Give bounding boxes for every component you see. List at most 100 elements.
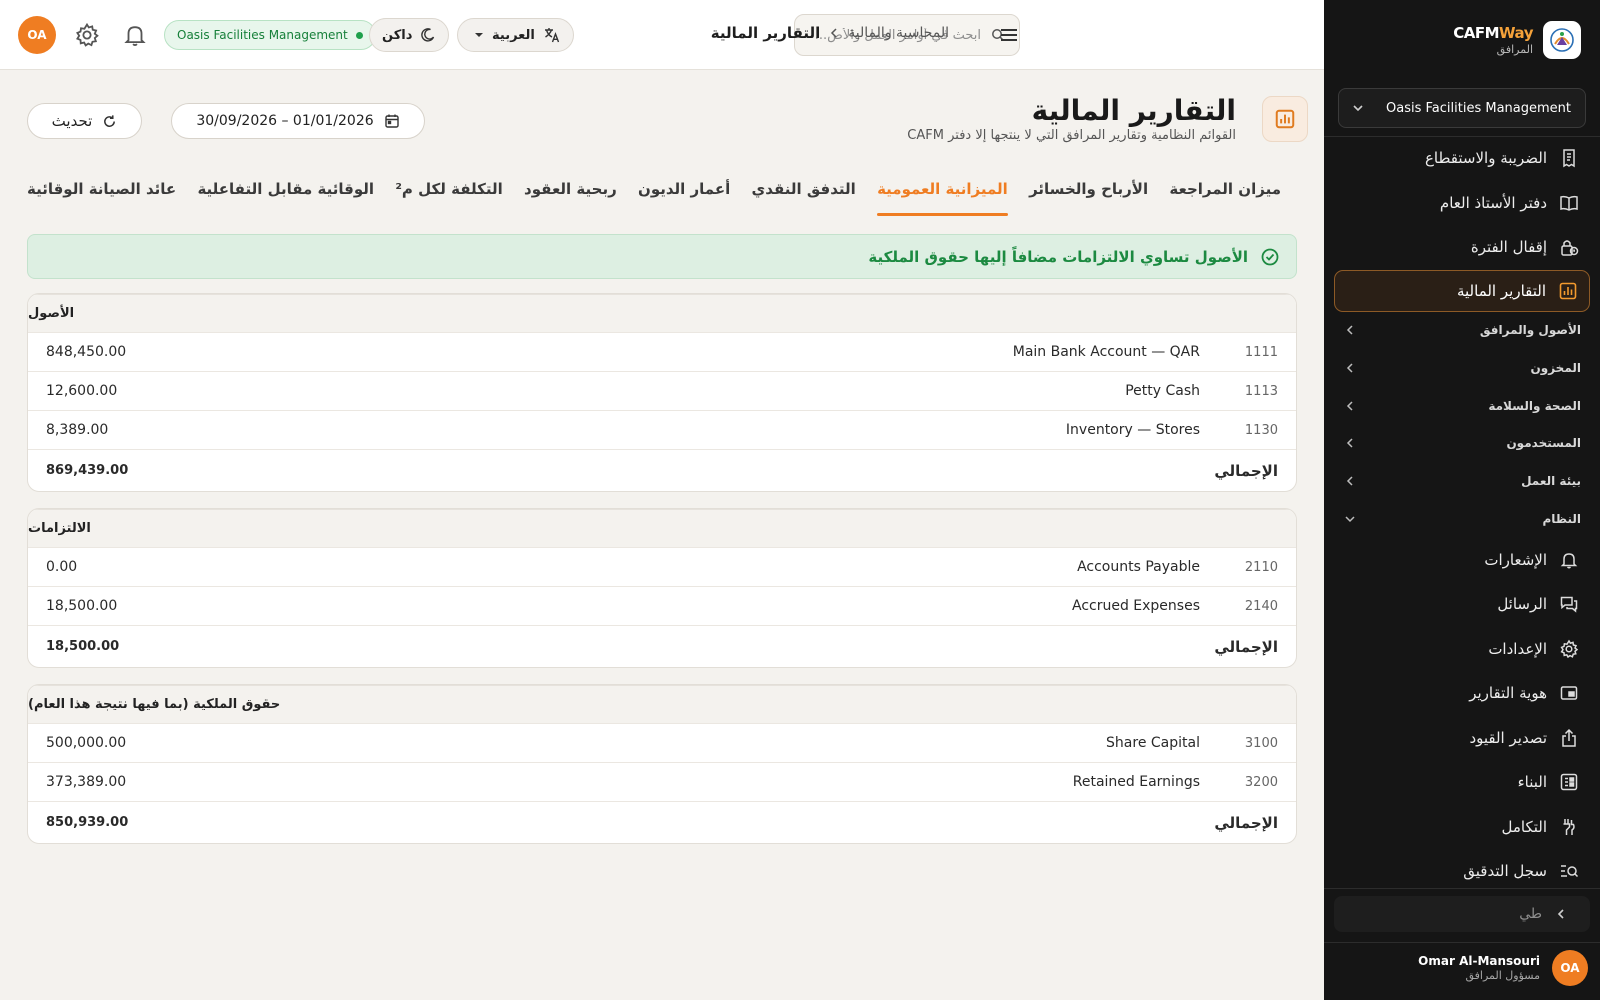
sidebar-item-label: هوية التقارير	[1469, 684, 1547, 703]
section-title: الأصول	[28, 294, 1296, 332]
receipt-icon	[1559, 148, 1579, 168]
check-circle-icon	[1260, 247, 1280, 267]
sidebar-org-select[interactable]: Oasis Facilities Management	[1338, 88, 1586, 128]
table-row[interactable]: 0.00 Accounts Payable 2110	[28, 547, 1296, 586]
sidebar-item-messages[interactable]: الرسائل	[1324, 582, 1600, 627]
row-account-name: Inventory — Stores	[1065, 422, 1200, 438]
row-account-code: 1130	[1244, 422, 1278, 438]
equity-section: حقوق الملكية (بما فيها نتيجة هذا العام) …	[27, 684, 1297, 844]
table-row[interactable]: 8,389.00 Inventory — Stores 1130	[28, 410, 1296, 449]
sidebar-item-audit-log[interactable]: سجل التدقيق	[1324, 849, 1600, 894]
sidebar-item-label: دفتر الأستاذ العام	[1439, 193, 1547, 212]
sidebar-collapse-button[interactable]: طي	[1334, 896, 1590, 932]
row-amount: 500,000.00	[46, 735, 127, 751]
section-title: الالتزامات	[28, 509, 1296, 547]
breadcrumb-parent[interactable]: المحاسبة والمالية	[848, 25, 949, 41]
translate-icon	[543, 26, 561, 44]
refresh-button[interactable]: تحديث	[27, 103, 142, 139]
sidebar-group-label: الصحة والسلامة	[1488, 398, 1581, 413]
sidebar-item-tax[interactable]: الضريبة والاستقطاع	[1324, 136, 1600, 181]
calendar-icon	[384, 113, 400, 129]
page-subtitle: القوائم النظامية وتقارير المرافق التي لا…	[907, 128, 1236, 143]
sidebar-group-users[interactable]: المستخدمون	[1324, 425, 1600, 463]
status-dot	[355, 31, 363, 39]
sidebar-item-period-close[interactable]: إقفال الفترة	[1324, 225, 1600, 270]
sidebar-group-inventory[interactable]: المخزون	[1324, 349, 1600, 387]
menu-icon[interactable]	[996, 22, 1022, 48]
sidebar-group-system[interactable]: النظام	[1324, 500, 1600, 538]
chat-icon	[1559, 594, 1579, 614]
sidebar-item-label: البناء	[1517, 773, 1547, 792]
tab-cost-per-sqm[interactable]: التكلفة لكل م²	[395, 176, 502, 218]
tab-pm-roi[interactable]: عائد الصيانة الوقائية	[27, 176, 176, 218]
sidebar-item-general-ledger[interactable]: دفتر الأستاذ العام	[1324, 181, 1600, 226]
sidebar-item-label: إقفال الفترة	[1470, 238, 1547, 257]
sidebar-item-label: التقارير المالية	[1456, 281, 1546, 300]
collapse-label: طي	[1519, 906, 1542, 922]
bell-icon[interactable]	[122, 22, 148, 48]
row-amount: 0.00	[46, 559, 78, 575]
sidebar-item-financial-reports[interactable]: التقارير المالية	[1334, 269, 1590, 312]
brand[interactable]: CAFMWay المرافق	[1453, 20, 1581, 60]
date-range-picker[interactable]: 30/09/2026 – 01/01/2026	[171, 103, 425, 139]
org-select-label: Oasis Facilities Management	[1386, 100, 1571, 116]
report-tabs: ميزان المراجعة الأرباح والخسائر الميزاني…	[27, 176, 1281, 218]
refresh-icon	[102, 114, 117, 129]
builder-icon	[1559, 772, 1579, 792]
language-select[interactable]: العربية	[457, 18, 574, 52]
sidebar-item-integration[interactable]: التكامل	[1324, 805, 1600, 850]
sidebar-item-notifications[interactable]: الإشعارات	[1324, 538, 1600, 583]
sidebar-item-label: الرسائل	[1497, 595, 1547, 614]
tab-balance-sheet[interactable]: الميزانية العمومية	[877, 176, 1008, 218]
table-row[interactable]: 373,389.00 Retained Earnings 3200	[28, 762, 1296, 801]
row-amount: 373,389.00	[46, 774, 127, 790]
page-title: التقارير المالية	[1031, 94, 1236, 127]
sidebar: CAFMWay المرافق Oasis Facilities Managem…	[1324, 0, 1600, 1000]
breadcrumb-current: التقارير المالية	[710, 24, 821, 42]
sidebar-group-assets[interactable]: الأصول والمرافق	[1324, 312, 1600, 350]
bar-chart-icon	[1262, 96, 1308, 142]
balance-check-banner: الأصول تساوي الالتزامات مضافاً إليها حقو…	[27, 234, 1297, 279]
sidebar-group-hse[interactable]: الصحة والسلامة	[1324, 387, 1600, 425]
tab-aging[interactable]: أعمار الديون	[638, 176, 730, 218]
tab-profit-loss[interactable]: الأرباح والخسائر	[1029, 176, 1148, 218]
total-row: 850,939.00 الإجمالي	[28, 801, 1296, 843]
breadcrumb: المحاسبة والمالية التقارير المالية	[711, 24, 949, 42]
sidebar-item-journal-export[interactable]: تصدير القيود	[1324, 716, 1600, 761]
row-amount: 12,600.00	[46, 383, 118, 399]
row-account-code: 3200	[1244, 774, 1278, 790]
avatar[interactable]: OA	[18, 16, 56, 54]
table-row[interactable]: 848,450.00 Main Bank Account — QAR 1111	[28, 332, 1296, 371]
sidebar-item-label: الضريبة والاستقطاع	[1424, 149, 1547, 168]
sidebar-group-label: بيئة العمل	[1521, 474, 1581, 489]
org-pill-label: Oasis Facilities Management	[177, 28, 348, 42]
row-account-name: Main Bank Account — QAR	[1012, 344, 1200, 360]
chevron-left-icon	[1344, 324, 1356, 336]
caret-down-icon	[474, 30, 484, 40]
refresh-label: تحديث	[51, 112, 93, 130]
book-icon	[1559, 193, 1579, 213]
row-account-name: Retained Earnings	[1072, 774, 1200, 790]
user-role: مسؤول المرافق	[1465, 969, 1540, 982]
gear-icon[interactable]	[74, 22, 100, 48]
tab-preventive-vs-reactive[interactable]: الوقائية مقابل التفاعلية	[197, 176, 374, 218]
tab-contract-profitability[interactable]: ربحية العقود	[524, 176, 617, 218]
sidebar-item-settings[interactable]: الإعدادات	[1324, 627, 1600, 672]
theme-toggle[interactable]: داكن	[369, 18, 450, 52]
sidebar-group-workplace[interactable]: بيئة العمل	[1324, 462, 1600, 500]
chevron-down-icon	[1344, 513, 1356, 525]
row-amount: 18,500.00	[46, 598, 118, 614]
user-profile[interactable]: Omar Al-Mansouri مسؤول المرافق OA	[1418, 950, 1588, 986]
sidebar-item-report-branding[interactable]: هوية التقارير	[1324, 671, 1600, 716]
tab-cash-flow[interactable]: التدفق النقدي	[752, 176, 856, 218]
divider	[1324, 942, 1600, 943]
sidebar-item-label: التكامل	[1501, 817, 1547, 836]
sidebar-item-builder[interactable]: البناء	[1324, 760, 1600, 805]
total-amount: 18,500.00	[46, 639, 120, 654]
org-pill[interactable]: Oasis Facilities Management	[164, 20, 376, 50]
table-row[interactable]: 18,500.00 Accrued Expenses 2140	[28, 586, 1296, 625]
table-row[interactable]: 12,600.00 Petty Cash 1113	[28, 371, 1296, 410]
tab-trial-balance[interactable]: ميزان المراجعة	[1169, 176, 1281, 218]
table-row[interactable]: 500,000.00 Share Capital 3100	[28, 723, 1296, 762]
total-label: الإجمالي	[1214, 461, 1278, 480]
